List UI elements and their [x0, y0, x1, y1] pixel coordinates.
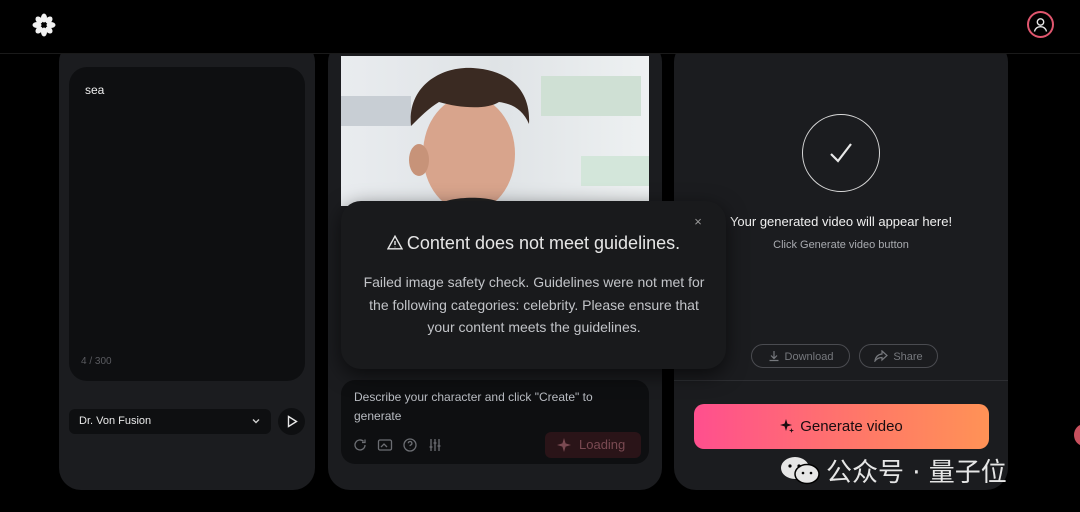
flower-logo-icon[interactable] [32, 13, 56, 37]
watermark: 公众号 · 量子位 [780, 452, 1007, 489]
sliders-icon[interactable] [427, 437, 443, 453]
share-icon [874, 349, 889, 364]
character-image [341, 56, 649, 206]
watermark-text: 公众号 · 量子位 [826, 458, 1007, 488]
download-icon [769, 351, 779, 362]
modal-title: Content does not meet guidelines. [341, 233, 726, 254]
loading-button[interactable]: Loading [545, 432, 641, 458]
chevron-down-icon [251, 416, 261, 429]
char-count: 4 / 300 [81, 356, 112, 367]
image-swap-icon[interactable] [377, 437, 393, 453]
close-icon[interactable]: × [691, 215, 705, 229]
voice-select[interactable]: Dr. Von Fusion [69, 409, 271, 434]
download-label: Download [784, 351, 834, 363]
prompt-text: sea [85, 83, 105, 97]
description-placeholder: Describe your character and click "Creat… [354, 390, 593, 423]
download-button[interactable]: Download [751, 344, 850, 368]
prompt-textarea[interactable]: sea 4 / 300 [69, 67, 305, 381]
refresh-icon[interactable] [352, 437, 368, 453]
generate-video-label: Generate video [800, 418, 903, 435]
sparkle-icon [780, 419, 795, 433]
description-input[interactable]: Describe your character and click "Creat… [341, 380, 649, 464]
modal-body: Failed image safety check. Guidelines we… [363, 274, 705, 335]
voice-select-value: Dr. Von Fusion [79, 415, 152, 427]
modal-title-text: Content does not meet guidelines. [406, 233, 681, 253]
play-voice-button[interactable] [278, 408, 305, 435]
loading-label: Loading [579, 437, 626, 452]
top-bar [0, 0, 1080, 54]
tool-row [352, 437, 443, 453]
help-icon[interactable] [402, 437, 418, 453]
share-label: Share [893, 351, 923, 363]
check-icon [802, 114, 880, 192]
user-profile-icon[interactable] [1027, 11, 1054, 38]
warning-icon [386, 234, 404, 250]
guidelines-modal: × Content does not meet guidelines. Fail… [341, 201, 726, 369]
share-button[interactable]: Share [859, 344, 938, 368]
wechat-icon [781, 457, 820, 485]
play-icon [287, 415, 298, 428]
generate-video-button[interactable]: Generate video [694, 404, 989, 449]
floating-action-icon[interactable] [1074, 424, 1080, 446]
divider [674, 380, 1008, 381]
sparkle-icon [557, 438, 571, 452]
